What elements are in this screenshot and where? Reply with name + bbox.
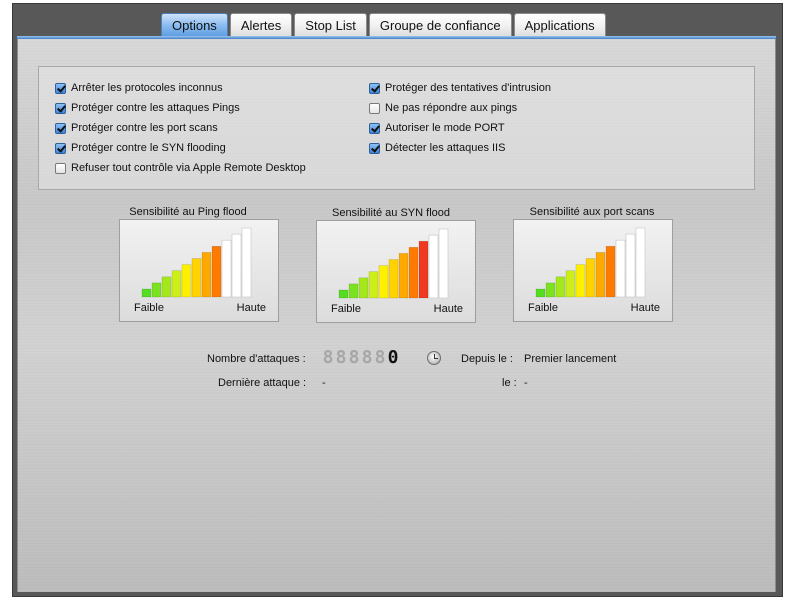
option-ping-attacks[interactable]: Protéger contre les attaques Pings bbox=[55, 101, 240, 115]
option-port-scans[interactable]: Protéger contre les port scans bbox=[55, 121, 218, 135]
since-value: Premier lancement bbox=[524, 353, 617, 365]
gauge-bar bbox=[555, 276, 566, 298]
since-label: Depuis le : bbox=[461, 353, 513, 365]
gauge-low-label: Faible bbox=[134, 302, 164, 314]
option-label: Refuser tout contrôle via Apple Remote D… bbox=[71, 162, 306, 174]
last-attack-date-value: - bbox=[524, 377, 528, 389]
gauge-title-ping: Sensibilité au Ping flood bbox=[129, 206, 247, 218]
gauge-bar bbox=[151, 282, 162, 298]
gauge-title-syn: Sensibilité au SYN flood bbox=[331, 207, 450, 219]
gauge-bar bbox=[368, 271, 379, 299]
gauge-bar bbox=[575, 264, 586, 298]
counter-digit: 8 bbox=[335, 347, 347, 368]
checkbox[interactable] bbox=[55, 162, 66, 174]
option-label: Protéger contre les port scans bbox=[71, 122, 218, 134]
option-intrusion-attempts[interactable]: Protéger des tentatives d'intrusion bbox=[369, 81, 551, 95]
gauge-high-label: Haute bbox=[630, 302, 660, 314]
gauge-bar bbox=[535, 288, 546, 298]
last-attack-value: - bbox=[322, 377, 326, 389]
last-attack-date-label: le : bbox=[502, 377, 517, 389]
gauge-bar bbox=[241, 227, 252, 298]
gauge-high-label: Haute bbox=[236, 302, 266, 314]
option-label: Autoriser le mode PORT bbox=[385, 122, 505, 134]
option-label: Protéger contre les attaques Pings bbox=[71, 102, 240, 114]
gauge-bar bbox=[635, 227, 646, 298]
gauge-bar bbox=[408, 246, 419, 299]
checkbox[interactable] bbox=[55, 122, 66, 134]
gauge-bar bbox=[398, 253, 409, 299]
checkbox[interactable] bbox=[369, 142, 380, 154]
tab-groupe-de-confiance[interactable]: Groupe de confiance bbox=[368, 13, 512, 36]
checkbox[interactable] bbox=[369, 82, 380, 94]
checkbox[interactable] bbox=[55, 142, 66, 154]
gauge-bar bbox=[615, 239, 626, 298]
option-label: Détecter les attaques IIS bbox=[385, 142, 506, 154]
gauge-bar bbox=[141, 288, 152, 298]
checkbox[interactable] bbox=[55, 102, 66, 114]
gauge-bar bbox=[221, 239, 232, 298]
tab-alertes[interactable]: Alertes bbox=[229, 13, 293, 36]
gauge-bar bbox=[201, 252, 212, 298]
option-iis-attacks[interactable]: Détecter les attaques IIS bbox=[369, 141, 505, 155]
option-syn-flooding[interactable]: Protéger contre le SYN flooding bbox=[55, 141, 226, 155]
gauge-bar bbox=[625, 233, 636, 298]
tab-options[interactable]: Options bbox=[161, 13, 228, 36]
counter-digit: 8 bbox=[361, 347, 373, 368]
gauge-bar bbox=[161, 276, 172, 298]
gauge-bar bbox=[388, 259, 399, 299]
checkbox[interactable] bbox=[369, 102, 380, 114]
checkbox[interactable] bbox=[369, 122, 380, 134]
gauge-bar bbox=[605, 245, 616, 298]
gauge-port-scans[interactable]: Faible Haute bbox=[513, 219, 673, 322]
option-label: Protéger contre le SYN flooding bbox=[71, 142, 226, 154]
gauge-bar bbox=[231, 233, 242, 298]
option-label: Ne pas répondre aux pings bbox=[385, 102, 518, 114]
gauge-title-port-scans: Sensibilité aux port scans bbox=[529, 206, 655, 218]
counter-digit: 8 bbox=[374, 347, 386, 368]
gauge-bar bbox=[181, 264, 192, 298]
gauge-ping-flood[interactable]: Faible Haute bbox=[119, 219, 279, 322]
gauge-syn-flood[interactable]: Faible Haute bbox=[316, 220, 476, 323]
counter-digit: 0 bbox=[387, 347, 399, 368]
gauge-low-label: Faible bbox=[528, 302, 558, 314]
option-unknown-protocols[interactable]: Arrêter les protocoles inconnus bbox=[55, 81, 223, 95]
option-label: Protéger des tentatives d'intrusion bbox=[385, 82, 551, 94]
gauge-bar bbox=[348, 283, 359, 299]
counter-digit: 8 bbox=[348, 347, 360, 368]
last-attack-label: Dernière attaque : bbox=[218, 377, 307, 389]
option-apple-remote-desktop[interactable]: Refuser tout contrôle via Apple Remote D… bbox=[55, 161, 306, 175]
gauge-high-label: Haute bbox=[433, 303, 463, 315]
gauge-low-label: Faible bbox=[331, 303, 361, 315]
gauge-bar bbox=[585, 258, 596, 298]
gauge-bar bbox=[428, 234, 439, 299]
attacks-counter: 8 8 8 8 8 0 bbox=[322, 349, 400, 368]
gauge-bar bbox=[191, 258, 202, 298]
gauge-bar bbox=[211, 245, 222, 298]
attacks-count-label: Nombre d'attaques : bbox=[207, 353, 306, 365]
gauge-bar bbox=[418, 240, 429, 299]
checkbox[interactable] bbox=[55, 82, 66, 94]
gauge-bar bbox=[378, 265, 389, 299]
option-label: Arrêter les protocoles inconnus bbox=[71, 82, 223, 94]
clock-icon[interactable] bbox=[427, 351, 441, 365]
tab-bar: Options Alertes Stop List Groupe de conf… bbox=[161, 13, 608, 37]
gauge-bar bbox=[338, 289, 349, 299]
gauge-bar bbox=[358, 277, 369, 299]
gauge-bar bbox=[545, 282, 556, 298]
option-no-ping-reply[interactable]: Ne pas répondre aux pings bbox=[369, 101, 517, 115]
counter-digit: 8 bbox=[322, 347, 334, 368]
gauge-bar bbox=[171, 270, 182, 298]
tab-applications[interactable]: Applications bbox=[513, 13, 606, 36]
tab-stop-list[interactable]: Stop List bbox=[294, 13, 367, 36]
gauge-bar bbox=[438, 228, 449, 299]
option-port-mode[interactable]: Autoriser le mode PORT bbox=[369, 121, 505, 135]
gauge-bar bbox=[565, 270, 576, 298]
gauge-bar bbox=[595, 252, 606, 298]
